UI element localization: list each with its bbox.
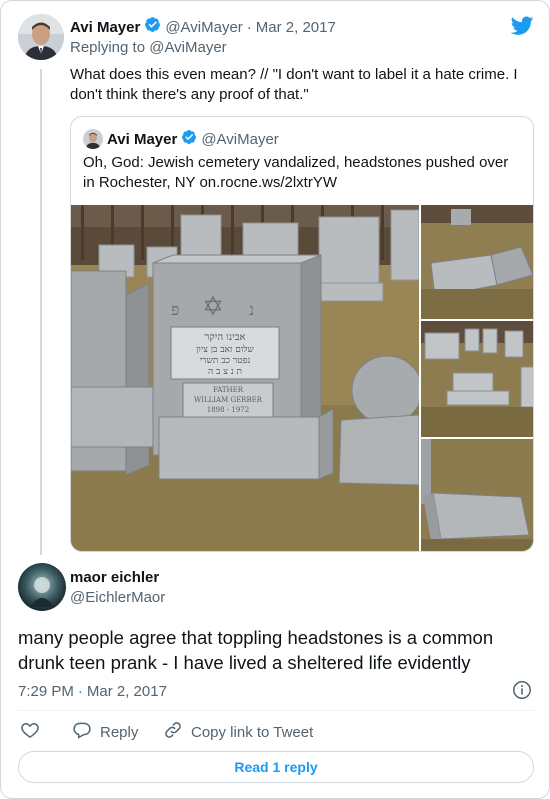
headstone-hebrew-4: ת נ צ ב ה <box>208 367 242 377</box>
quoted-author-handle: @AviMayer <box>201 130 279 148</box>
svg-text:✡: ✡ <box>202 292 224 322</box>
tweet-embed-card: Avi Mayer @AviMayer · Mar 2, 2017 Replyi… <box>0 0 550 799</box>
media-image-main[interactable]: ✡ פ נ אבינו היקר שלום זאב בן ציון נפטר כ… <box>71 205 419 551</box>
thread-line <box>40 69 42 555</box>
reply-time[interactable]: 7:29 PM <box>18 683 74 700</box>
headstone-english-1: FATHER <box>213 386 244 394</box>
reply-bubble-icon <box>72 720 92 744</box>
reply-author-handle[interactable]: @EichlerMaor <box>70 589 165 606</box>
copy-link-button[interactable]: Copy link to Tweet <box>163 721 313 743</box>
headstone-hebrew-3: נפטר כב תשרי <box>200 356 251 366</box>
read-replies-button[interactable]: Read 1 reply <box>18 751 534 783</box>
reply-text: many people agree that toppling headston… <box>18 627 494 673</box>
separator: · <box>246 18 252 36</box>
headstone-english-3: 1898 - 1972 <box>207 406 249 414</box>
link-icon <box>163 720 183 744</box>
verified-badge-icon <box>181 129 197 150</box>
like-button[interactable] <box>20 721 40 743</box>
headstone-hebrew-2: שלום זאב בן ציון <box>196 344 254 355</box>
quoted-author-name: Avi Mayer <box>107 130 178 148</box>
info-icon[interactable] <box>512 680 532 700</box>
media-grid: ✡ פ נ אבינו היקר שלום זאב בן ציון נפטר כ… <box>71 205 533 551</box>
tweet-text: What does this even mean? // "I don't wa… <box>70 66 518 103</box>
verified-badge-icon <box>144 16 161 38</box>
author-handle[interactable]: @AviMayer <box>165 19 242 36</box>
headstone-hebrew-1: אבינו היקר <box>204 332 245 343</box>
avatar[interactable] <box>18 14 64 60</box>
reply-author-name[interactable]: maor eichler <box>70 569 159 586</box>
media-image-top-right[interactable] <box>421 205 533 319</box>
divider <box>18 710 534 711</box>
headstone-letter-left: פ <box>171 300 179 319</box>
twitter-bird-icon[interactable] <box>510 16 534 36</box>
media-image-bottom-right[interactable] <box>421 439 533 551</box>
tweet-date[interactable]: Mar 2, 2017 <box>256 19 336 36</box>
quoted-tweet[interactable]: Avi Mayer @AviMayer Oh, God: Jewish ceme… <box>70 116 534 552</box>
quoted-avatar <box>83 129 103 149</box>
reply-button[interactable]: Reply <box>72 721 138 743</box>
author-name[interactable]: Avi Mayer <box>70 19 140 36</box>
reply-date[interactable]: Mar 2, 2017 <box>87 683 167 700</box>
reply-label: Reply <box>100 723 139 741</box>
quoted-tweet-text: Oh, God: Jewish cemetery vandalized, hea… <box>83 154 509 191</box>
headstone-english-2: WILLIAM GERBER <box>194 396 263 404</box>
media-image-middle-right[interactable] <box>421 321 533 437</box>
avatar[interactable] <box>18 563 66 611</box>
replying-to[interactable]: Replying to @AviMayer <box>70 39 227 56</box>
separator: · <box>77 682 83 700</box>
heart-icon <box>20 720 40 744</box>
headstone-letter-right: נ <box>249 300 254 319</box>
copy-link-label: Copy link to Tweet <box>191 723 314 741</box>
